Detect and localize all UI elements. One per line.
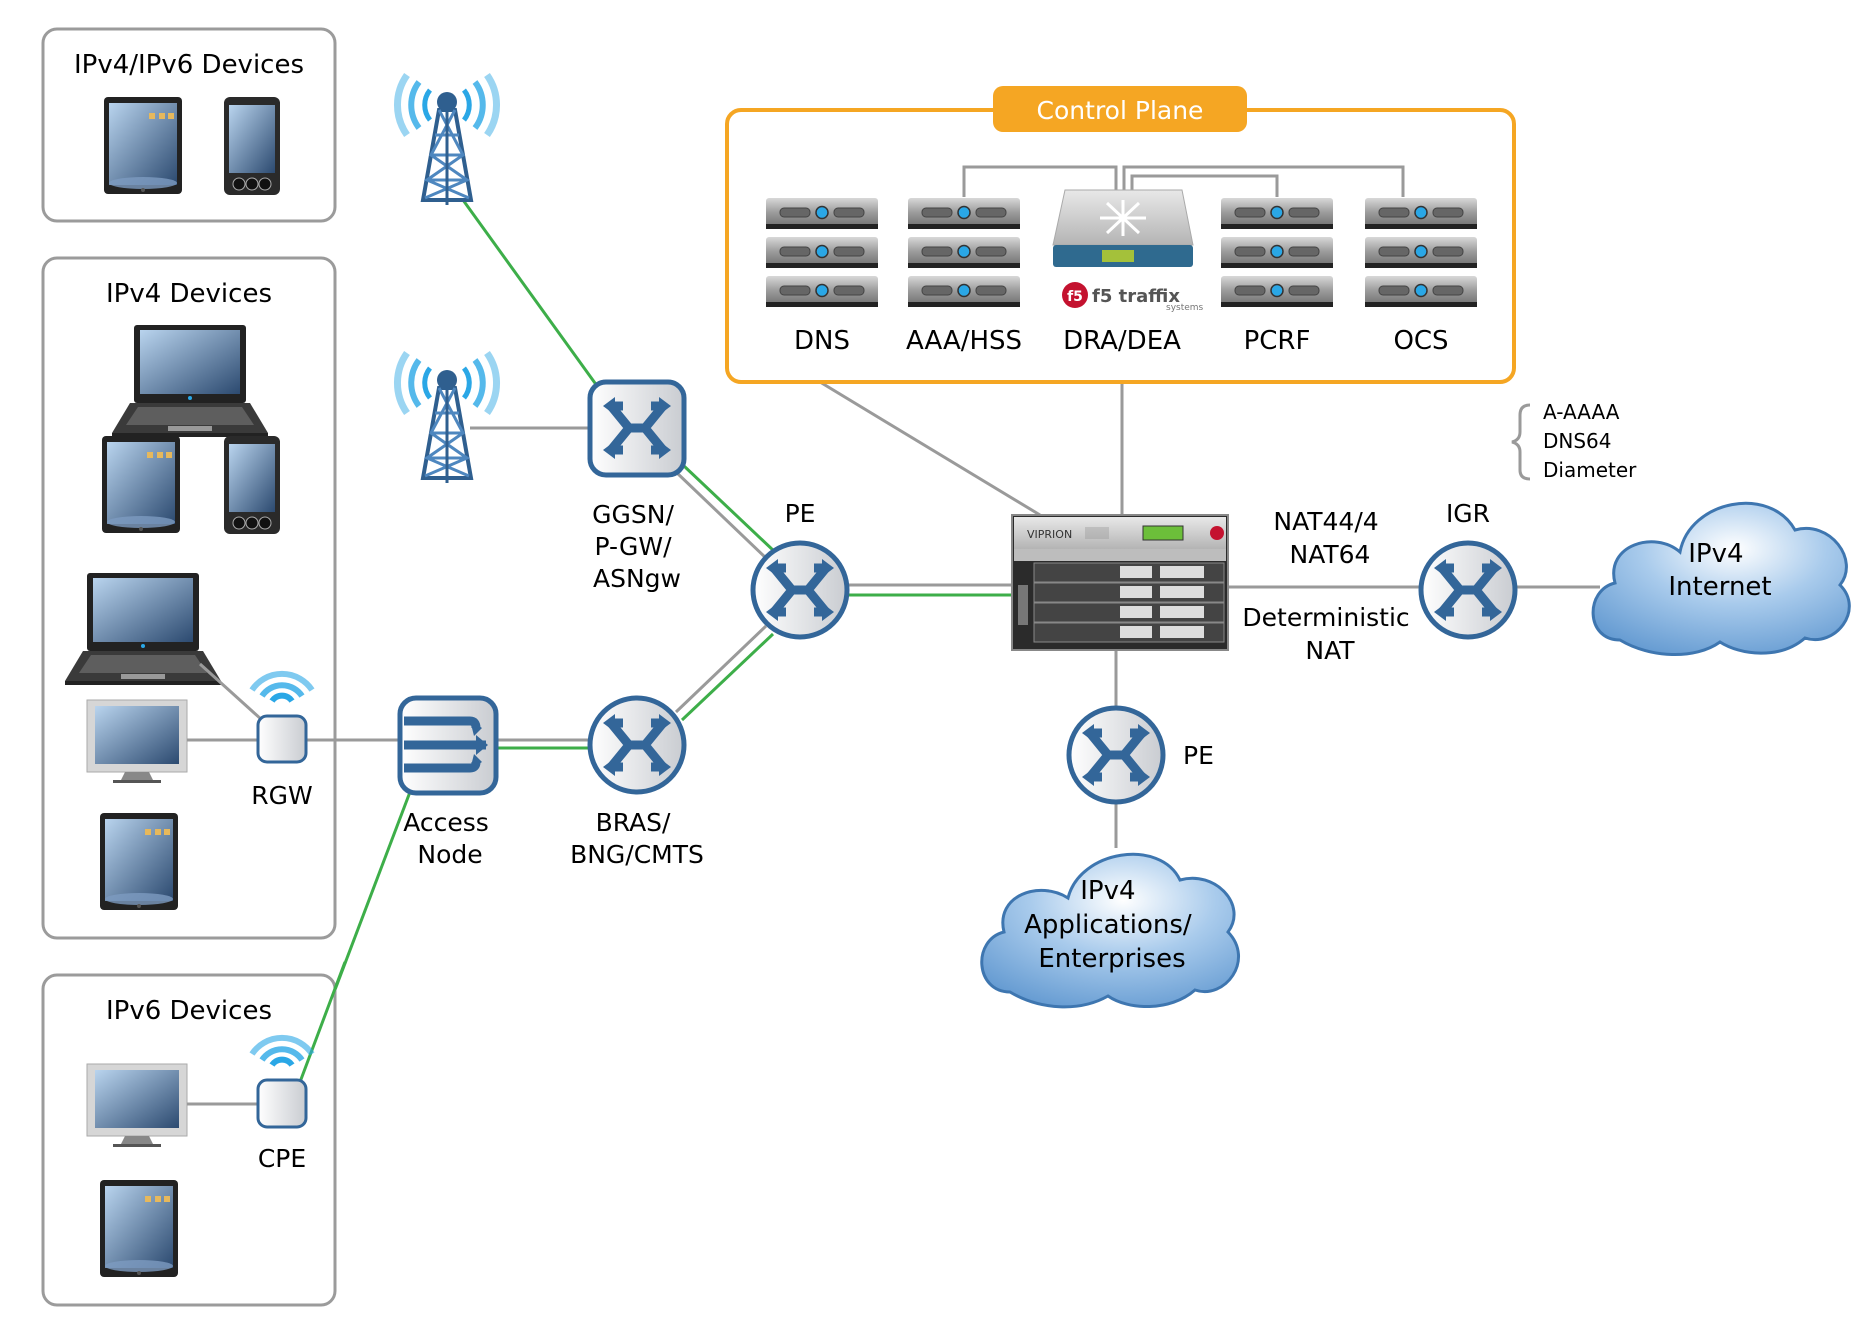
smartphone-icon [223,435,281,535]
pe-router-top[interactable]: PE [750,499,850,640]
nat-label-top: NAT44/4 NAT64 [1273,507,1386,569]
annotation-item: Diameter [1543,458,1637,482]
brace-icon [1511,403,1531,481]
brand-sub: systems [1166,303,1204,313]
cpe-label: CPE [258,1144,306,1173]
monitor-icon [86,1063,188,1148]
device-group-label: IPv4/IPv6 Devices [74,50,304,80]
link-ggsn-pe-green [682,464,777,554]
igr-label: IGR [1446,499,1490,528]
ipv4-internet-cloud[interactable]: IPv4 Internet [1591,501,1851,657]
rgw-node[interactable]: RGW [251,674,312,810]
laptop-icon [65,573,221,685]
cpe-node[interactable]: CPE [252,1038,312,1173]
tablet-icon [104,97,182,194]
bras-label: BRAS/ BNG/CMTS [570,808,704,869]
server-label: PCRF [1244,326,1311,356]
pe-router-bottom[interactable]: PE [1066,705,1214,805]
device-group-ipv6: IPv6 Devices [41,973,337,1307]
link-cp-viprion-diag [819,380,1041,517]
monitor-icon [86,699,188,784]
access-node-label: Access Node [403,808,497,869]
device-group-label: IPv4 Devices [106,279,272,309]
f5-logo-icon [1210,526,1224,540]
pe-bottom-label: PE [1183,741,1214,770]
server-label: DNS [794,326,850,356]
ggsn-node[interactable]: GGSN/ P-GW/ ASNgw [587,379,687,593]
pe-top-label: PE [785,499,816,528]
rgw-label: RGW [251,781,312,810]
link-ggsn-pe-gray [674,470,770,562]
bras-node[interactable]: BRAS/ BNG/CMTS [570,695,704,869]
nat-label-bottom: Deterministic NAT [1242,603,1417,665]
viprion-label: VIPRION [1027,528,1072,541]
f5-logo-text: f5 [1067,289,1083,305]
ipv4-apps-cloud[interactable]: IPv4 Applications/ Enterprises [980,852,1241,1009]
link-tower1-ggsn [461,199,602,391]
link-bras-pe-green [680,632,775,722]
annotation-item: DNS64 [1543,429,1612,453]
laptop-icon [112,325,268,437]
annotation-item: A-AAAA [1543,400,1620,424]
access-node[interactable]: Access Node [397,695,499,869]
aaa-hss-server[interactable]: AAA/HSS [906,197,1022,356]
device-group-dual-stack: IPv4/IPv6 Devices [41,27,337,223]
device-group-label: IPv6 Devices [106,996,272,1026]
cell-tower-icon [397,353,496,483]
control-plane: Control Plane DNS AAA/HSS f5 f5 traffix … [725,86,1516,384]
tablet-icon [102,436,180,533]
viprion-chassis[interactable]: VIPRION [1011,514,1229,651]
device-group-ipv4: IPv4 Devices [41,256,337,940]
link-bras-pe-gray [674,624,768,714]
ggsn-label: GGSN/ P-GW/ ASNgw [592,500,682,593]
network-diagram: IPv4/IPv6 Devices IPv4 Devices IPv6 Devi… [41,27,1851,1307]
protocol-annotation: A-AAAA DNS64 Diameter [1511,400,1637,482]
smartphone-icon [223,96,281,196]
igr-router[interactable]: IGR [1418,499,1518,640]
server-label: DRA/DEA [1063,326,1181,356]
server-label: AAA/HSS [906,326,1022,356]
server-label: OCS [1393,326,1448,356]
cell-tower-icon [397,75,496,205]
tablet-icon [100,813,178,910]
tablet-icon [100,1180,178,1277]
control-plane-title: Control Plane [1037,96,1204,125]
